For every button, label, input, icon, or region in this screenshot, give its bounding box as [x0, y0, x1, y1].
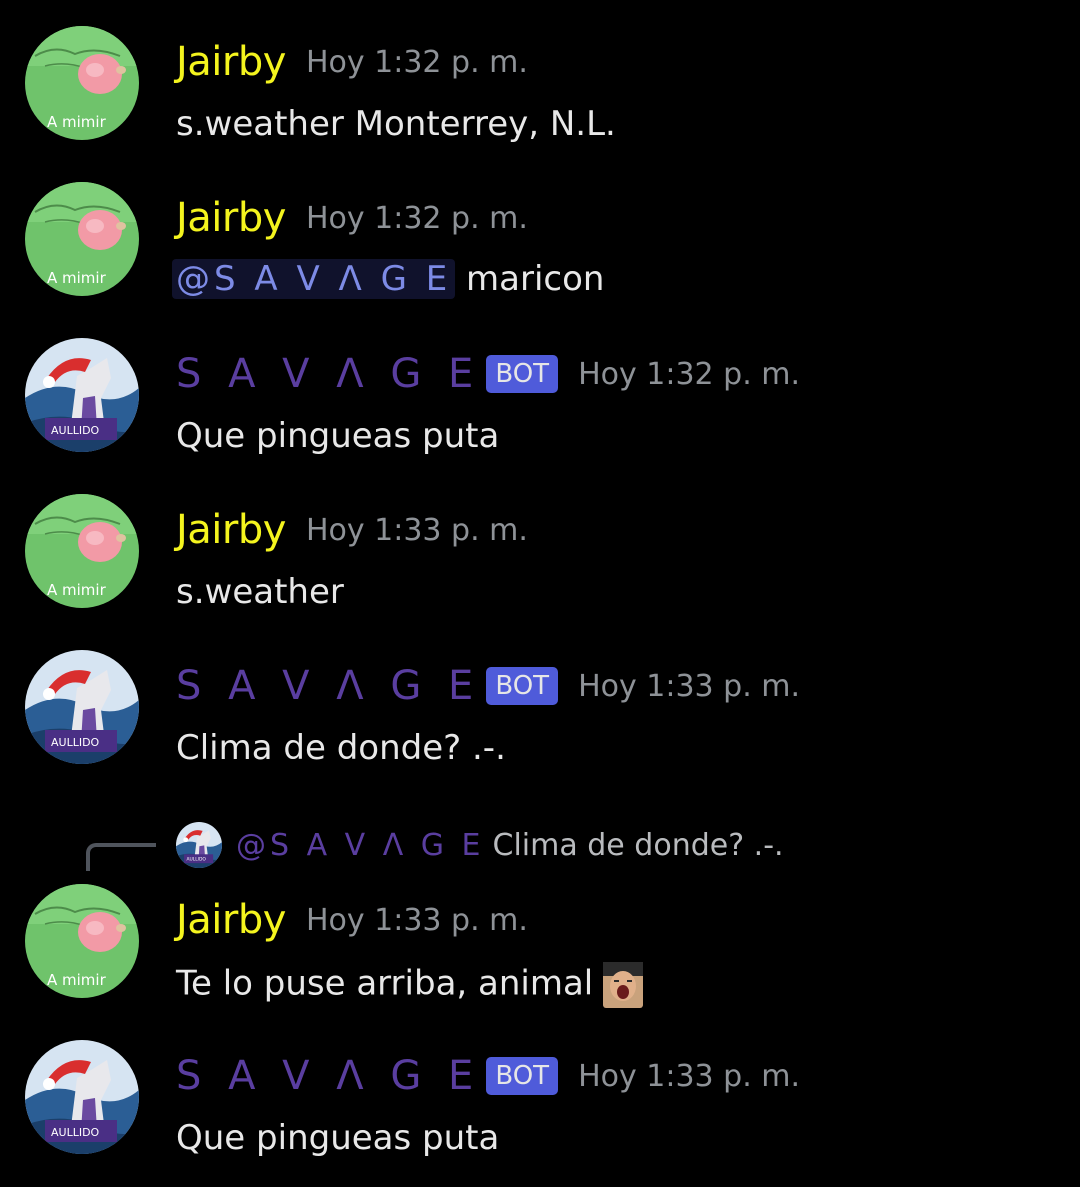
screaming-face-emoji[interactable] — [603, 962, 644, 1008]
avatar[interactable] — [25, 26, 139, 140]
reply-mention[interactable]: @S A V Λ G E — [236, 828, 485, 863]
message-body: maricon — [455, 259, 605, 299]
timestamp: Hoy 1:32 p. m. — [578, 356, 801, 392]
avatar[interactable] — [25, 1040, 139, 1154]
reply-connector — [86, 843, 156, 871]
username[interactable]: S A V Λ G E — [176, 663, 480, 709]
message-header: S A V Λ G E BOT Hoy 1:32 p. m. — [176, 344, 800, 404]
bot-badge: BOT — [486, 355, 559, 393]
timestamp: Hoy 1:32 p. m. — [305, 200, 528, 236]
username[interactable]: Jairby — [176, 507, 286, 553]
reply-avatar — [176, 822, 222, 868]
avatar[interactable] — [25, 494, 139, 608]
timestamp: Hoy 1:33 p. m. — [578, 1058, 801, 1094]
message-text: @S A V Λ G E maricon — [172, 259, 605, 299]
message-header: Jairby Hoy 1:33 p. m. — [176, 890, 528, 950]
message-header: S A V Λ G E BOT Hoy 1:33 p. m. — [176, 656, 800, 716]
message-header: Jairby Hoy 1:32 p. m. — [176, 188, 528, 248]
timestamp: Hoy 1:33 p. m. — [305, 902, 528, 938]
timestamp: Hoy 1:32 p. m. — [305, 44, 528, 80]
message-text: s.weather Monterrey, N.L. — [176, 104, 616, 144]
bot-badge: BOT — [486, 1057, 559, 1095]
message-text: s.weather — [176, 572, 344, 612]
bot-badge: BOT — [486, 667, 559, 705]
message-body: Te lo puse arriba, animal — [176, 963, 594, 1004]
reply-preview[interactable]: @S A V Λ G E Clima de donde? .-. — [176, 820, 784, 870]
message-text: Te lo puse arriba, animal — [176, 962, 644, 1008]
avatar[interactable] — [25, 650, 139, 764]
message-text: Que pingueas puta — [176, 1118, 500, 1158]
message-header: S A V Λ G E BOT Hoy 1:33 p. m. — [176, 1046, 800, 1106]
username[interactable]: Jairby — [176, 39, 286, 85]
avatar[interactable] — [25, 182, 139, 296]
username[interactable]: S A V Λ G E — [176, 351, 480, 397]
username[interactable]: Jairby — [176, 897, 286, 943]
username[interactable]: S A V Λ G E — [176, 1053, 480, 1099]
avatar[interactable] — [25, 338, 139, 452]
message-header: Jairby Hoy 1:32 p. m. — [176, 32, 528, 92]
message-text: Que pingueas puta — [176, 416, 500, 456]
avatar[interactable] — [25, 884, 139, 998]
user-mention[interactable]: @S A V Λ G E — [172, 259, 456, 299]
reply-text: Clima de donde? .-. — [492, 827, 784, 863]
timestamp: Hoy 1:33 p. m. — [578, 668, 801, 704]
message-text: Clima de donde? .-. — [176, 728, 506, 768]
message-header: Jairby Hoy 1:33 p. m. — [176, 500, 528, 560]
timestamp: Hoy 1:33 p. m. — [305, 512, 528, 548]
username[interactable]: Jairby — [176, 195, 286, 241]
